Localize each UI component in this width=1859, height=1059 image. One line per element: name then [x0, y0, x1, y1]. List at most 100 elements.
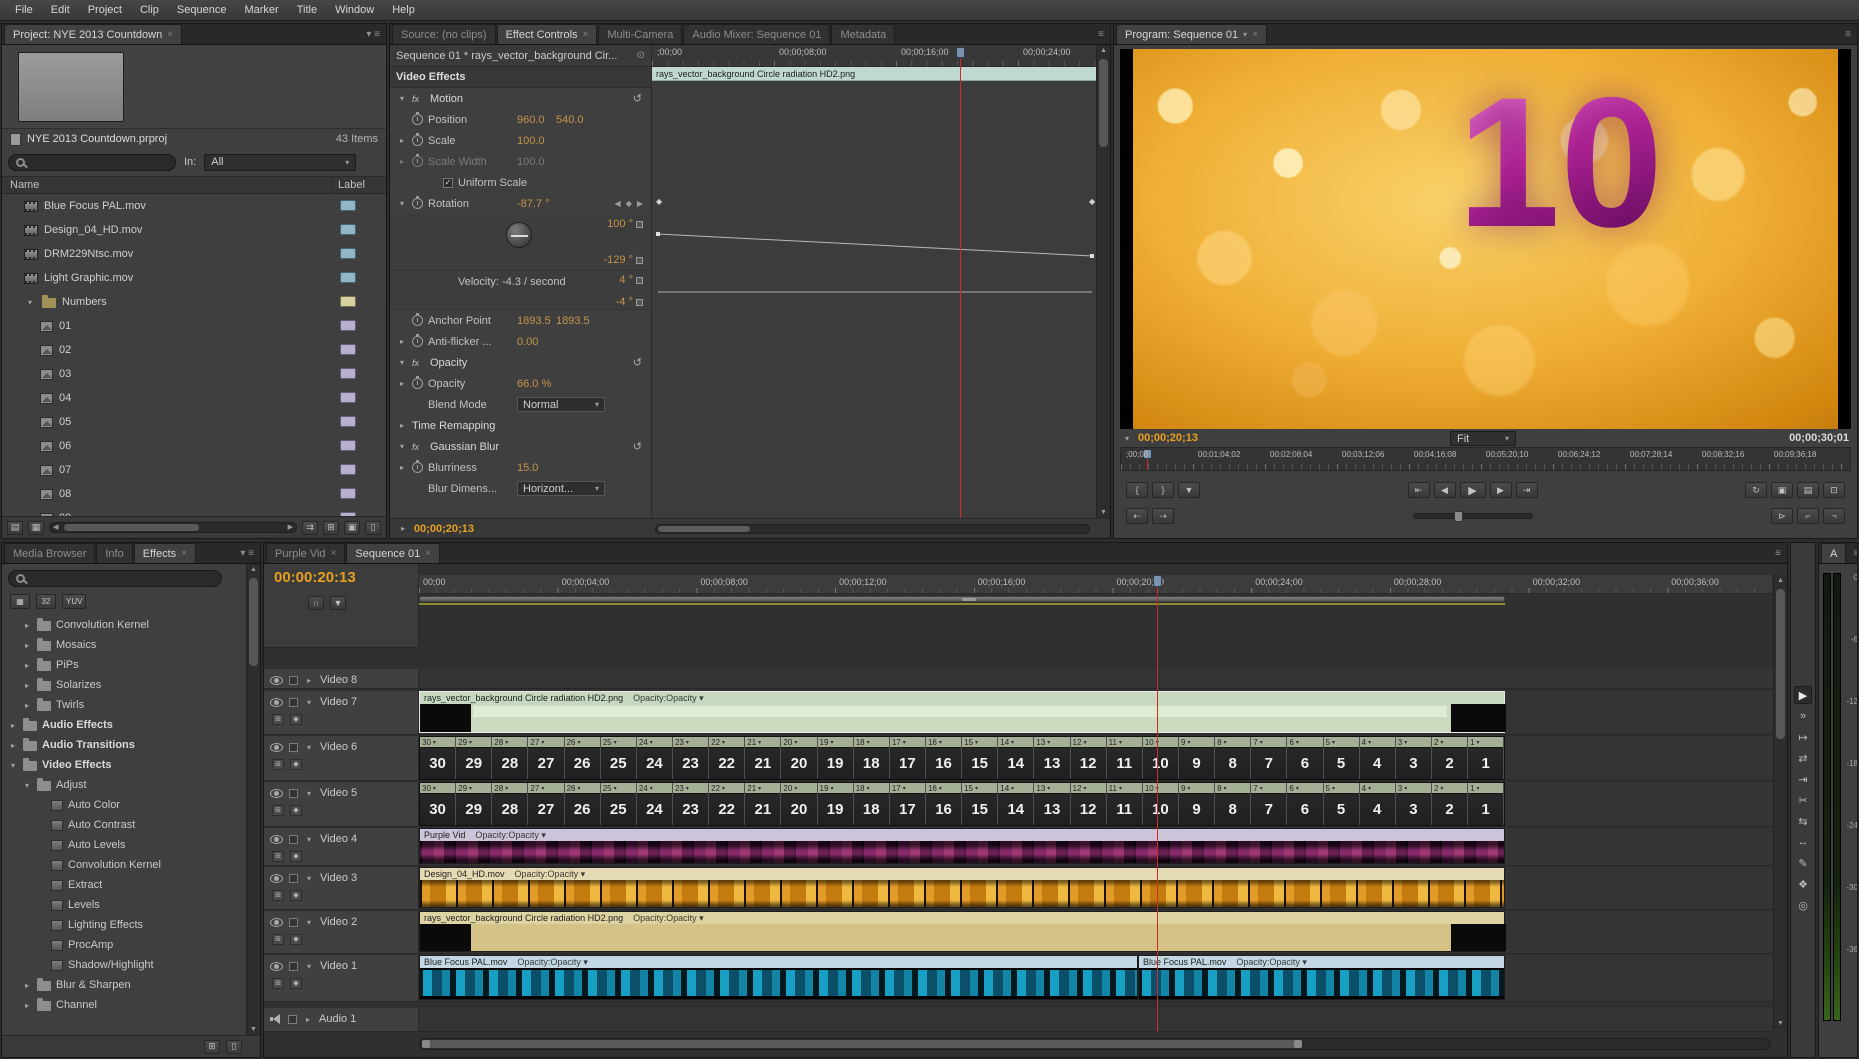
- stopwatch-icon[interactable]: [412, 198, 423, 209]
- countdown-clip[interactable]: 15▾15: [962, 783, 998, 825]
- menu-item-clip[interactable]: Clip: [131, 1, 168, 19]
- scroll-down-icon[interactable]: ▼: [1774, 1020, 1787, 1027]
- effects-tree-row[interactable]: ▸Solarizes: [2, 675, 246, 695]
- timeline-vertical-scrollbar[interactable]: ▲ ▼: [1773, 575, 1787, 1029]
- clip-menu-icon[interactable]: ▾: [1332, 739, 1335, 746]
- clip-opacity-label[interactable]: Opacity:Opacity ▾: [517, 957, 588, 968]
- shuttle-knob[interactable]: [1454, 511, 1463, 522]
- output-button[interactable]: ▤: [1797, 482, 1819, 498]
- countdown-clip[interactable]: 21▾21: [745, 737, 781, 779]
- countdown-clip[interactable]: 21▾21: [745, 783, 781, 825]
- menu-item-window[interactable]: Window: [326, 1, 383, 19]
- track-lock-toggle[interactable]: [289, 698, 298, 707]
- work-area-bar[interactable]: [419, 596, 1505, 602]
- stopwatch-icon[interactable]: [412, 156, 423, 167]
- label-chip[interactable]: [340, 320, 356, 331]
- twirl-icon[interactable]: ▾: [397, 199, 407, 208]
- stopwatch-icon[interactable]: [412, 114, 423, 125]
- track-lane-v2[interactable]: rays_vector_background Circle radiation …: [419, 911, 1773, 954]
- clip-menu-icon[interactable]: ▾: [758, 739, 761, 746]
- clip-menu-icon[interactable]: ▾: [758, 785, 761, 792]
- rate-stretch-tool-icon[interactable]: ⇥: [1794, 770, 1812, 788]
- close-icon[interactable]: ×: [1252, 29, 1258, 40]
- countdown-clip[interactable]: 6▾6: [1287, 783, 1323, 825]
- column-label[interactable]: Label: [338, 179, 365, 191]
- track-lock-toggle[interactable]: [288, 1015, 297, 1024]
- effect-controls-timeline[interactable]: ;00;0000;00;08;0000;00;16;0000;00;24;00 …: [651, 45, 1097, 518]
- clip-menu-icon[interactable]: ▾: [830, 739, 833, 746]
- hand-tool-icon[interactable]: ❖: [1794, 875, 1812, 893]
- countdown-clip[interactable]: 3▾3: [1396, 737, 1432, 779]
- timeline-timecode[interactable]: 00:00:20:13: [274, 569, 356, 586]
- show-keyframes-icon[interactable]: ◆: [290, 759, 302, 770]
- close-icon[interactable]: ×: [181, 548, 187, 559]
- track-expand-twirl[interactable]: ▾: [304, 962, 314, 971]
- label-chip[interactable]: [340, 344, 356, 355]
- project-item-row[interactable]: Light Graphic.mov: [2, 266, 386, 290]
- column-name[interactable]: Name: [10, 179, 39, 191]
- step-back-button[interactable]: ◀: [1434, 482, 1456, 498]
- param-blur-dimensions-row[interactable]: Blur Dimens... Horizont... ▾: [390, 478, 651, 499]
- pen-tool-icon[interactable]: ✎: [1794, 854, 1812, 872]
- countdown-clip[interactable]: 30▾30: [420, 783, 456, 825]
- countdown-clip[interactable]: 24▾24: [637, 783, 673, 825]
- scrollbar-thumb[interactable]: [422, 1040, 1302, 1048]
- countdown-clip[interactable]: 15▾15: [962, 737, 998, 779]
- effects-tree-row[interactable]: ▸Twirls: [2, 695, 246, 715]
- clip-menu-icon[interactable]: ▾: [1224, 739, 1227, 746]
- project-horizontal-scrollbar[interactable]: ◀ ▶: [49, 522, 297, 533]
- countdown-clip[interactable]: 23▾23: [673, 737, 709, 779]
- clip-menu-icon[interactable]: ▾: [686, 739, 689, 746]
- anchor-x-value[interactable]: 1893.5: [517, 315, 551, 327]
- countdown-clip[interactable]: 5▾5: [1324, 737, 1360, 779]
- clip-menu-icon[interactable]: ▾: [650, 785, 653, 792]
- track-expand-twirl[interactable]: ▾: [304, 698, 314, 707]
- effects-tree-row[interactable]: ▸Audio Effects: [2, 715, 246, 735]
- tab-effects[interactable]: Effects ×: [134, 543, 196, 563]
- track-lane-v7[interactable]: rays_vector_background Circle radiation …: [419, 691, 1773, 735]
- toggle-track-output-icon[interactable]: [270, 874, 283, 883]
- value-box-icon[interactable]: [636, 221, 643, 228]
- twirl-icon[interactable]: ▾: [8, 761, 18, 770]
- clip-menu-icon[interactable]: ▾: [1440, 739, 1443, 746]
- twirl-icon[interactable]: ▸: [22, 621, 32, 630]
- clip-menu-icon[interactable]: ▾: [722, 785, 725, 792]
- label-chip[interactable]: [340, 200, 356, 211]
- clip-menu-icon[interactable]: ▾: [1119, 739, 1122, 746]
- twirl-icon[interactable]: ▾: [397, 442, 407, 451]
- ec-clip-duration-bar[interactable]: rays_vector_background Circle radiation …: [652, 67, 1097, 81]
- list-view-icon[interactable]: ▤: [7, 521, 23, 535]
- clip-menu-icon[interactable]: ▾: [975, 739, 978, 746]
- clip-menu-icon[interactable]: ▾: [433, 739, 436, 746]
- clear-trash-icon[interactable]: ▯: [365, 521, 381, 535]
- panel-menu-icon[interactable]: ≡: [1769, 543, 1787, 563]
- jog-forward-button[interactable]: ⇢: [1152, 508, 1174, 524]
- jog-back-button[interactable]: ⇠: [1126, 508, 1148, 524]
- track-expand-twirl[interactable]: ▾: [304, 743, 314, 752]
- countdown-clip[interactable]: 23▾23: [673, 783, 709, 825]
- track-lock-toggle[interactable]: [289, 676, 298, 685]
- countdown-clip[interactable]: 29▾29: [456, 737, 492, 779]
- value-box-icon[interactable]: [636, 257, 643, 264]
- new-custom-bin-icon[interactable]: ⊞: [204, 1040, 220, 1054]
- label-chip[interactable]: [340, 296, 356, 307]
- effects-tree-row[interactable]: Shadow/Highlight: [2, 955, 246, 975]
- project-item-row[interactable]: ▾Numbers: [2, 290, 386, 314]
- toggle-track-audio-icon[interactable]: [270, 1014, 282, 1024]
- reset-effect-icon[interactable]: ↺: [633, 356, 642, 369]
- track-lock-toggle[interactable]: [289, 835, 298, 844]
- chevron-down-icon[interactable]: ▾: [1243, 30, 1247, 39]
- menu-item-project[interactable]: Project: [79, 1, 131, 19]
- tab-media-browser[interactable]: Media Browser: [4, 543, 95, 563]
- track-expand-twirl[interactable]: ▾: [304, 874, 314, 883]
- label-chip[interactable]: [340, 272, 356, 283]
- clip-menu-icon[interactable]: ▾: [1368, 785, 1371, 792]
- stopwatch-icon[interactable]: [412, 336, 423, 347]
- track-expand-twirl[interactable]: ▸: [304, 676, 314, 685]
- twirl-icon[interactable]: ▸: [397, 136, 407, 145]
- effects-tree-row[interactable]: ▸Mosaics: [2, 635, 246, 655]
- clip-menu-icon[interactable]: ▾: [1404, 785, 1407, 792]
- set-display-style-icon[interactable]: ⊞: [272, 714, 284, 725]
- project-item-row[interactable]: DRM229Ntsc.mov: [2, 242, 386, 266]
- scrollbar-thumb[interactable]: [1099, 59, 1108, 147]
